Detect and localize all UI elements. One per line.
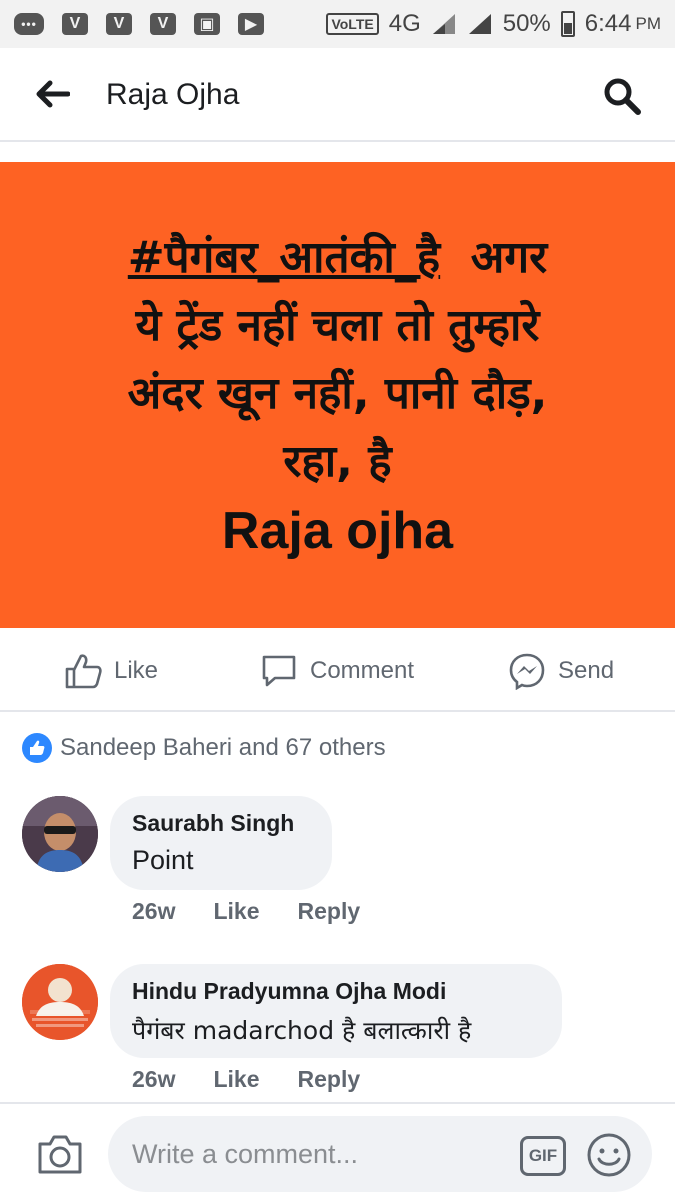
- comment-input[interactable]: [132, 1134, 502, 1174]
- post-line-4: रहा, है: [283, 436, 392, 487]
- battery-percent: 50%: [502, 10, 551, 37]
- comment-text: पैगंबर madarchod है बलात्कारी है: [132, 1016, 472, 1045]
- comment-meta: 26w Like Reply: [132, 1066, 360, 1093]
- post-line-1-rest: अगर: [440, 232, 548, 283]
- gif-button[interactable]: GIF: [520, 1136, 566, 1176]
- comment-bubble-icon: [262, 655, 296, 687]
- like-button[interactable]: Like: [64, 652, 158, 690]
- post-actions: Like Comment Send: [0, 628, 675, 712]
- camera-icon[interactable]: [36, 1132, 84, 1176]
- send-button[interactable]: Send: [508, 652, 614, 690]
- clock: 6:44: [584, 10, 632, 37]
- post-hashtag[interactable]: #पैगंबर_आतंकी_है: [128, 232, 440, 283]
- post-line-3: अंदर खून नहीं, पानी दौड़,: [127, 368, 548, 419]
- v-app-icon: V: [62, 13, 88, 35]
- profile-photo-icon: [22, 796, 98, 872]
- comment-bubble[interactable]: Saurabh Singh Point: [110, 796, 332, 890]
- network-type: 4G: [388, 10, 421, 37]
- post-image[interactable]: #पैगंबर_आतंकी_है अगर ये ट्रेंड नहीं चला …: [0, 162, 675, 628]
- comment-text: Point: [132, 845, 194, 875]
- back-arrow-icon[interactable]: [34, 78, 70, 110]
- send-label: Send: [558, 657, 615, 684]
- comment-like-button[interactable]: Like: [213, 1066, 259, 1093]
- comment-composer: GIF: [0, 1102, 675, 1200]
- search-icon[interactable]: [602, 76, 642, 116]
- reactions-text: Sandeep Baheri and 67 others: [60, 734, 386, 761]
- post-image-text: #पैगंबर_आतंकी_है अगर ये ट्रेंड नहीं चला …: [20, 224, 655, 566]
- youtube-icon: ▶: [238, 13, 264, 35]
- battery-icon: [560, 11, 575, 37]
- signal-icon: [468, 14, 491, 34]
- comment-like-button[interactable]: Like: [213, 898, 259, 925]
- messenger-icon: [509, 653, 545, 690]
- post-author-signature: Raja ojha: [221, 502, 454, 560]
- v-app-icon: V: [150, 13, 176, 35]
- reactions-summary[interactable]: Sandeep Baheri and 67 others: [22, 733, 386, 763]
- signal-icon: [432, 14, 455, 34]
- avatar[interactable]: [22, 964, 98, 1040]
- page-title: Raja Ojha: [106, 78, 240, 111]
- messages-icon: •••: [14, 13, 44, 35]
- comment-time: 26w: [132, 1066, 176, 1092]
- comment-time: 26w: [132, 898, 176, 924]
- comment-reply-button[interactable]: Reply: [298, 1066, 361, 1093]
- comment-bubble[interactable]: Hindu Pradyumna Ojha Modi पैगंबर madarch…: [110, 964, 562, 1058]
- comment-author[interactable]: Hindu Pradyumna Ojha Modi: [132, 978, 540, 1005]
- comment-button[interactable]: Comment: [260, 652, 414, 690]
- comment-author[interactable]: Saurabh Singh: [132, 810, 310, 837]
- app-header: Raja Ojha: [0, 48, 675, 142]
- clock-ampm: PM: [635, 14, 662, 33]
- like-reaction-icon: [22, 733, 52, 763]
- avatar[interactable]: [22, 796, 98, 872]
- post-line-1: #पैगंबर_आतंकी_है अगर: [20, 224, 655, 292]
- comment-label: Comment: [310, 657, 415, 684]
- thumbs-up-icon: [65, 654, 102, 689]
- comment-input-box[interactable]: GIF: [108, 1116, 652, 1192]
- post-line-2: ये ट्रेंड नहीं चला तो तुम्हारे: [135, 300, 540, 351]
- v-app-icon: V: [106, 13, 132, 35]
- comment-meta: 26w Like Reply: [132, 898, 360, 925]
- like-label: Like: [114, 657, 159, 684]
- comment-reply-button[interactable]: Reply: [298, 898, 361, 925]
- gallery-icon: ▣: [194, 13, 220, 35]
- notification-icons: ••• V V V ▣ ▶: [14, 13, 264, 35]
- status-bar: ••• V V V ▣ ▶ VoLTE 4G 50% 6:44 PM: [0, 0, 675, 48]
- profile-photo-icon: [22, 964, 98, 1040]
- volte-indicator: VoLTE: [326, 13, 379, 35]
- emoji-icon[interactable]: [586, 1132, 632, 1178]
